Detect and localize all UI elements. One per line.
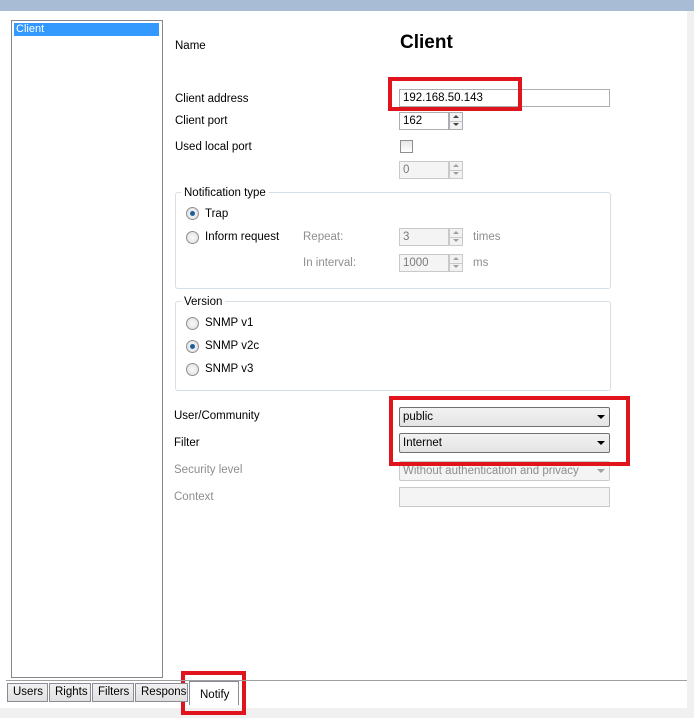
user-community-label: User/Community (174, 410, 260, 422)
name-label: Name (175, 40, 206, 52)
snmp-v1-radio[interactable] (186, 317, 199, 330)
snmp-v3-radio[interactable] (186, 363, 199, 376)
inform-request-label[interactable]: Inform request (205, 230, 279, 244)
version-title: Version (181, 295, 226, 309)
tab-filters[interactable]: Filters (92, 683, 134, 702)
client-list-item[interactable]: Client (14, 23, 159, 36)
client-port-stepper[interactable] (449, 112, 463, 130)
tab-strip-divider (6, 680, 687, 681)
chevron-down-icon (597, 469, 605, 473)
interval-label: In interval: (303, 257, 357, 269)
client-address-label: Client address (175, 93, 249, 105)
security-level-value: Without authentication and privacy (403, 465, 579, 477)
repeat-label: Repeat: (303, 231, 344, 243)
tab-notify[interactable]: Notify (189, 681, 239, 705)
interval-unit: ms (473, 257, 489, 269)
window-title-bar (0, 0, 694, 11)
window-bottom-strip (0, 708, 694, 718)
trap-radio[interactable] (186, 207, 199, 220)
spin-down-icon[interactable] (450, 263, 462, 271)
spin-down-icon[interactable] (450, 170, 462, 178)
repeat-unit: times (473, 231, 501, 243)
snmp-v3-label[interactable]: SNMP v3 (205, 362, 253, 376)
client-port-label: Client port (175, 115, 228, 127)
client-port-input[interactable]: 162 (399, 112, 449, 130)
snmp-v1-label[interactable]: SNMP v1 (205, 316, 253, 330)
community-filter-highlight-box (389, 396, 630, 466)
address-highlight-box (388, 77, 522, 111)
window-right-edge (687, 11, 694, 718)
inform-request-radio[interactable] (186, 231, 199, 244)
used-local-port-checkbox[interactable] (400, 140, 413, 153)
interval-input[interactable]: 1000 (399, 254, 449, 272)
tab-responses[interactable]: Responses (135, 683, 188, 702)
trap-label[interactable]: Trap (205, 207, 228, 221)
client-name-title: Client (400, 32, 453, 53)
repeat-stepper[interactable] (449, 228, 463, 246)
spin-down-icon[interactable] (450, 237, 462, 245)
snmp-v2c-radio[interactable] (186, 340, 199, 353)
notification-type-title: Notification type (181, 186, 269, 200)
spin-down-icon[interactable] (450, 121, 462, 129)
repeat-input[interactable]: 3 (399, 228, 449, 246)
tab-users[interactable]: Users (7, 683, 48, 702)
local-port-input[interactable]: 0 (399, 161, 449, 179)
filter-label: Filter (174, 437, 200, 449)
context-label: Context (174, 491, 214, 503)
interval-stepper[interactable] (449, 254, 463, 272)
context-input[interactable] (399, 487, 610, 507)
local-port-stepper[interactable] (449, 161, 463, 179)
used-local-port-label: Used local port (175, 141, 252, 153)
client-list[interactable]: Client (11, 20, 163, 678)
tab-rights[interactable]: Rights (49, 683, 91, 702)
security-level-label: Security level (174, 464, 243, 476)
snmp-v2c-label[interactable]: SNMP v2c (205, 339, 259, 353)
